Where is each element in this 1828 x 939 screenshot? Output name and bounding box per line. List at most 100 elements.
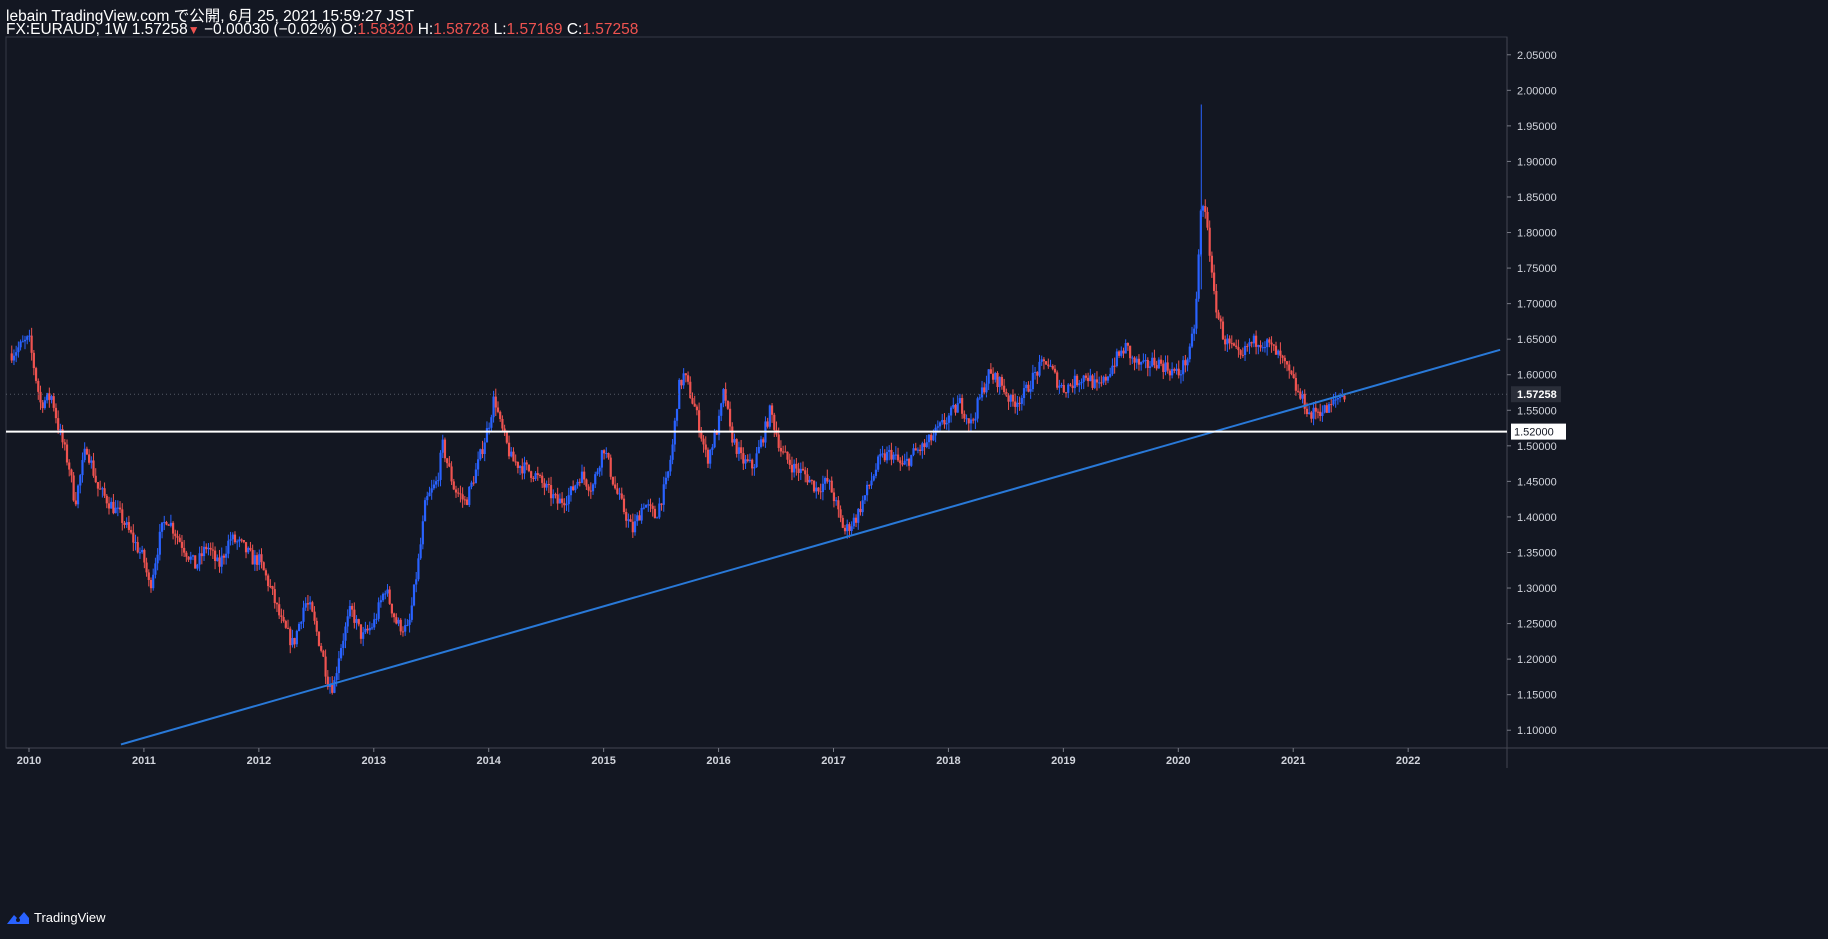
candle-body: [1042, 359, 1046, 362]
last-price-tag-label: 1.57258: [1517, 389, 1557, 401]
time-tick-label: 2016: [706, 755, 730, 767]
candle-body: [107, 503, 111, 509]
candle-body: [34, 368, 38, 381]
candle-body: [874, 469, 878, 476]
candle-body: [339, 648, 343, 659]
candle-body: [859, 508, 862, 513]
candle-body: [569, 486, 573, 496]
candle-body: [443, 439, 447, 459]
candle-body: [295, 630, 298, 645]
candle-body: [419, 544, 422, 559]
candle-body: [412, 584, 416, 606]
candle-body: [965, 418, 968, 420]
candle-body: [1294, 378, 1297, 391]
candle-body: [1314, 407, 1317, 412]
candle-body: [861, 500, 864, 513]
candle-body: [609, 457, 612, 477]
candle-body: [748, 459, 752, 461]
candle-body: [1319, 411, 1322, 417]
candle-body: [664, 477, 668, 485]
candle-body: [806, 474, 809, 483]
candle-body: [99, 488, 102, 490]
candle-body: [983, 387, 986, 393]
candle-body: [355, 619, 358, 623]
candle-body: [945, 422, 948, 425]
candle-body: [947, 415, 950, 423]
candle-body: [1290, 370, 1293, 375]
candle-body: [494, 396, 497, 408]
candle-body: [839, 509, 842, 518]
candle-body: [1308, 412, 1311, 415]
trend-line[interactable]: [120, 348, 1501, 746]
candle-body: [125, 522, 128, 525]
candle-body: [1186, 359, 1189, 366]
candle-body: [216, 557, 219, 562]
footer-branding[interactable]: TradingView: [6, 910, 106, 925]
candle-body: [441, 439, 444, 453]
candle-body: [96, 482, 100, 489]
candle-body: [90, 460, 93, 463]
candle-body: [865, 484, 869, 496]
candle-body: [1038, 361, 1041, 376]
candle-body: [1171, 369, 1174, 376]
candle-body: [10, 353, 13, 361]
candle-body: [1025, 384, 1028, 389]
candle-body: [779, 447, 783, 452]
candle-body: [249, 547, 252, 550]
candle-body: [320, 645, 323, 651]
candle-body: [1155, 365, 1158, 369]
candle-body: [17, 347, 20, 353]
candle-body: [81, 460, 84, 476]
candle-body: [770, 405, 774, 415]
candle-body: [996, 372, 999, 388]
candle-body: [1248, 342, 1251, 347]
candle-body: [1022, 388, 1026, 398]
candle-body: [280, 615, 283, 617]
candle-body: [85, 448, 88, 455]
candle-body: [236, 541, 239, 543]
candle-body: [251, 549, 254, 565]
candle-body: [145, 562, 148, 573]
candle-body: [857, 508, 860, 523]
candle-body: [359, 624, 363, 639]
price-tick-label: 1.75000: [1517, 263, 1557, 275]
candle-body: [618, 493, 621, 495]
candle-body: [713, 431, 716, 448]
candle-body: [1000, 377, 1004, 386]
candle-body: [1157, 359, 1160, 369]
candle-body: [1252, 335, 1255, 344]
price-tick-label: 1.25000: [1517, 619, 1557, 631]
candle-body: [563, 502, 566, 506]
candle-body: [877, 456, 880, 470]
candle-body: [905, 458, 908, 461]
candle-body: [255, 555, 259, 565]
candle-body: [682, 373, 685, 386]
candle-body: [375, 618, 378, 620]
candle-body: [1210, 255, 1213, 273]
candle-body: [954, 404, 957, 413]
candle-body: [30, 335, 33, 353]
candle-body: [693, 403, 696, 407]
candle-body: [291, 638, 294, 646]
candle-body: [1323, 405, 1326, 413]
candle-body: [656, 517, 659, 519]
candle-body: [1014, 401, 1017, 407]
candle-body: [837, 500, 840, 510]
candle-body: [138, 552, 142, 554]
candle-body: [309, 602, 312, 605]
candle-body: [888, 449, 891, 452]
candle-body: [602, 450, 606, 454]
price-tick-label: 1.30000: [1517, 583, 1557, 595]
candle-body: [41, 402, 44, 409]
candle-body: [302, 607, 305, 622]
candle-body: [1201, 206, 1205, 211]
candle-body: [488, 427, 491, 429]
candle-body: [370, 627, 374, 629]
candle-body: [1221, 321, 1225, 340]
candle-body: [870, 480, 873, 486]
candle-body: [753, 467, 756, 469]
candle-body: [1060, 385, 1063, 387]
candle-body: [289, 628, 292, 646]
candle-body: [311, 602, 314, 612]
price-chart[interactable]: 2.05000 2.00000 1.95000 1.90000 1.85000 1.800…: [0, 0, 1828, 939]
